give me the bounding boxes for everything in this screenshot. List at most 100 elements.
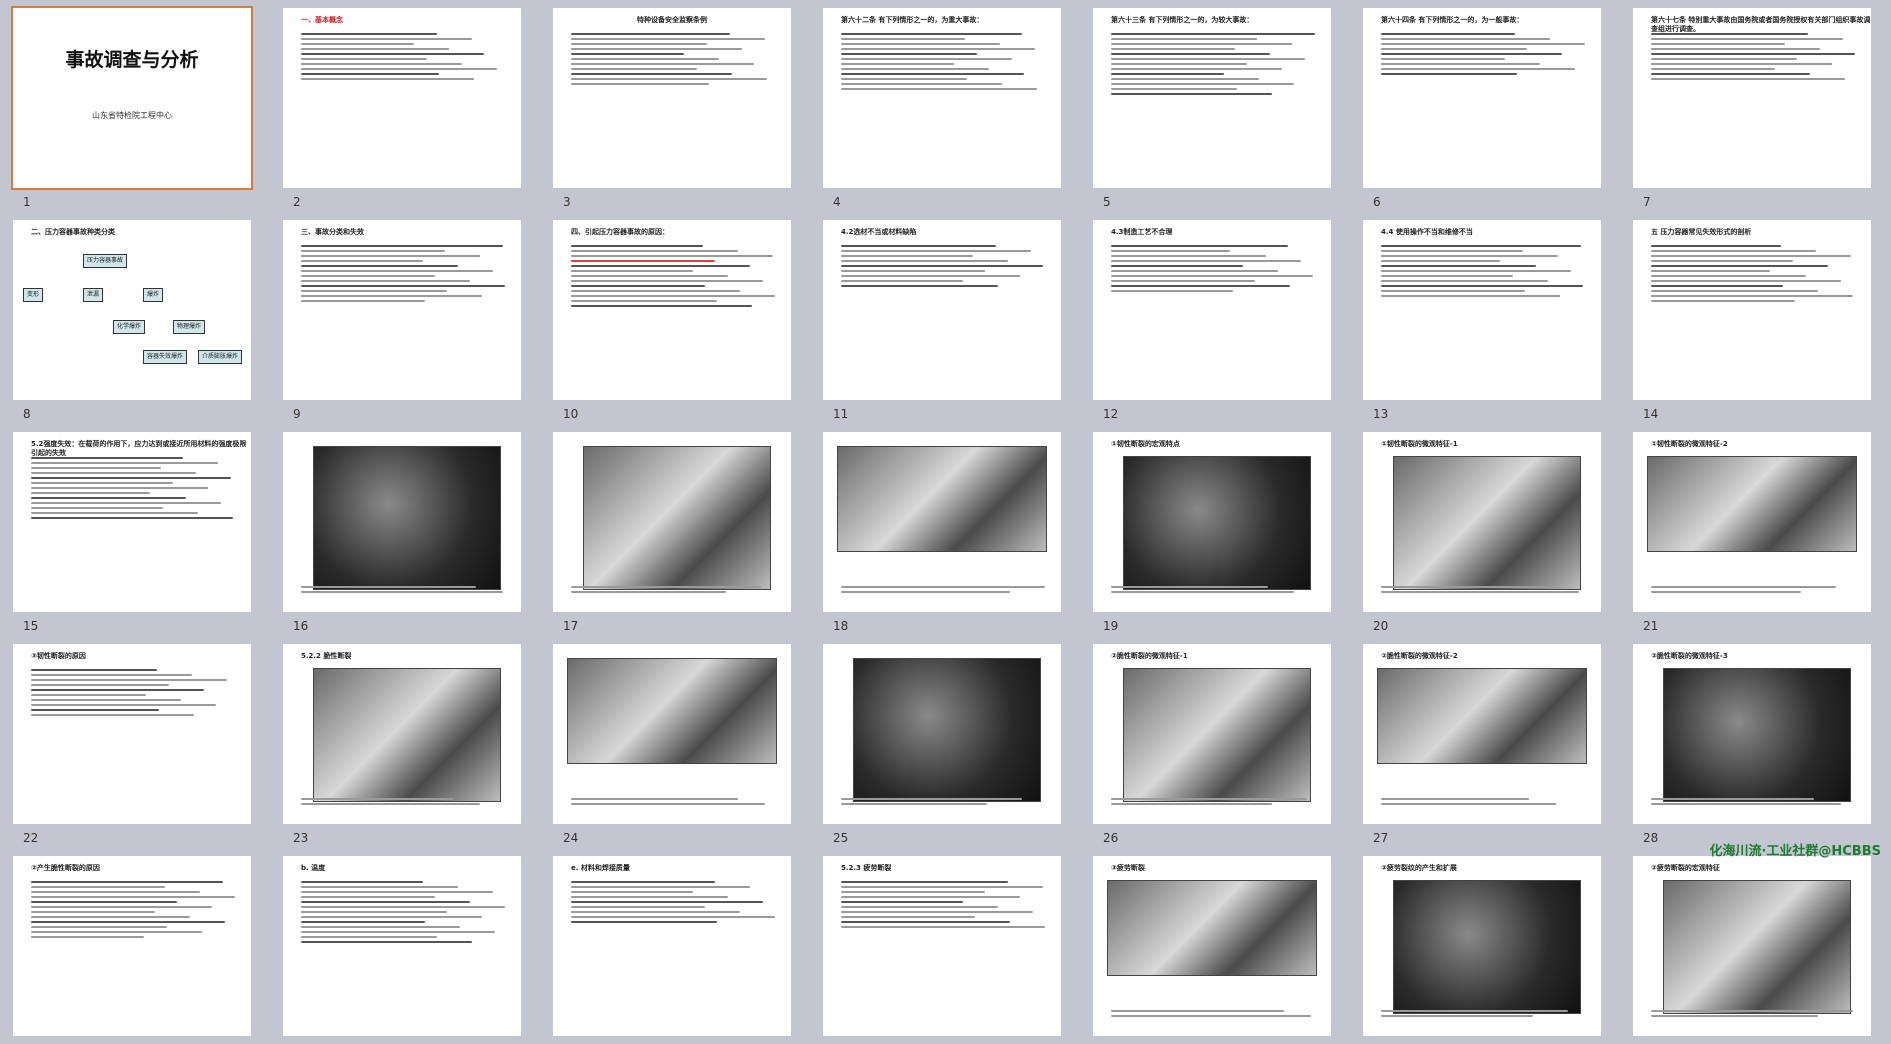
slide-thumbnail-cell[interactable]: ②产生脆性断裂的原因 xyxy=(13,856,251,1044)
slide-thumbnail[interactable]: 4.4 使用操作不当和维修不当 xyxy=(1363,220,1601,400)
slide-thumbnail[interactable]: ②脆性断裂的微观特征-3 xyxy=(1633,644,1871,824)
slide-thumbnail[interactable]: 特种设备安全监察条例 xyxy=(553,8,791,188)
slide-thumbnail[interactable]: ②疲劳断裂的宏观特征 xyxy=(1633,856,1871,1036)
slide-thumbnail-cell[interactable]: ③疲劳断裂 xyxy=(1093,856,1331,1044)
slide-number: 19 xyxy=(1103,619,1119,633)
slide-thumbnail[interactable]: 四、引起压力容器事故的原因： xyxy=(553,220,791,400)
slide-thumbnail[interactable]: ③疲劳断裂 xyxy=(1093,856,1331,1036)
slide-thumbnail[interactable]: ①韧性断裂的宏观特点 xyxy=(1093,432,1331,612)
slide-body-text xyxy=(31,454,237,522)
slide-thumbnail[interactable]: 三、事故分类和失效 xyxy=(283,220,521,400)
slide-thumbnail-cell[interactable]: 5.2.3 疲劳断裂 xyxy=(823,856,1061,1044)
slide-body-text xyxy=(841,878,1047,931)
photo-caption-lines xyxy=(1111,795,1317,808)
photo-caption-lines xyxy=(301,583,507,596)
slide-thumbnail-cell[interactable]: ②疲劳断裂的宏观特征 xyxy=(1633,856,1871,1044)
slide-body-text xyxy=(1381,242,1587,300)
slide-number: 20 xyxy=(1373,619,1389,633)
slide-thumbnail[interactable]: 5.2强度失效：在载荷的作用下，应力达到或接近所用材料的强度极限引起的失效 xyxy=(13,432,251,612)
slide-thumbnail[interactable]: 第六十七条 特别重大事故由国务院或者国务院授权有关部门组织事故调查组进行调查。 xyxy=(1633,8,1871,188)
photo-caption-lines xyxy=(1111,583,1317,596)
slide-thumbnail[interactable]: b. 温度 xyxy=(283,856,521,1036)
slide-body-text xyxy=(301,30,507,83)
slide-thumbnail-cell[interactable]: 四、引起压力容器事故的原因： 10 xyxy=(553,220,791,421)
slide-thumbnail[interactable]: 5.2.2 脆性断裂 xyxy=(283,644,521,824)
slide-number: 6 xyxy=(1373,195,1381,209)
slide-thumbnail[interactable]: ②脆性断裂的微观特征-1 xyxy=(1093,644,1331,824)
slide-thumbnail[interactable]: 一、基本概念 xyxy=(283,8,521,188)
slide-number: 4 xyxy=(833,195,841,209)
slide-thumbnail[interactable]: e. 材料和焊接质量 xyxy=(553,856,791,1036)
slide-sorter-grid: 事故调查与分析 山东省特检院工程中心 1 一、基本概念 2 特种设备安全监察条例 3 第六十二… xyxy=(0,0,1871,1044)
slide-thumbnail-cell[interactable]: 事故调查与分析 山东省特检院工程中心 1 xyxy=(11,6,253,209)
slide-body-text xyxy=(301,878,507,946)
slide-thumbnail[interactable]: 4.3制造工艺不合理 xyxy=(1093,220,1331,400)
slide-photo xyxy=(313,668,501,802)
slide-thumbnail[interactable]: 第六十三条 有下列情形之一的，为较大事故： xyxy=(1093,8,1331,188)
slide-thumbnail[interactable]: 5.2.3 疲劳断裂 xyxy=(823,856,1061,1036)
slide-body-text xyxy=(571,878,777,926)
slide-thumbnail[interactable] xyxy=(553,432,791,612)
photo-caption-lines xyxy=(841,795,1047,808)
slide-thumbnail-cell[interactable]: 5.2强度失效：在载荷的作用下，应力达到或接近所用材料的强度极限引起的失效 15 xyxy=(13,432,251,633)
slide-heading: 5.2.2 脆性断裂 xyxy=(301,652,352,660)
slide-thumbnail-cell[interactable]: ②脆性断裂的微观特征-1 26 xyxy=(1093,644,1331,845)
slide-thumbnail[interactable]: ③韧性断裂的原因 xyxy=(13,644,251,824)
slide-number: 24 xyxy=(563,831,579,845)
slide-thumbnail-cell[interactable]: 25 xyxy=(823,644,1061,845)
slide-thumbnail-cell[interactable]: 二、压力容器事故种类分类 压力容器事故 变形 泄漏 爆炸 化学爆炸 物理爆炸 容器失效爆炸 介质… xyxy=(13,220,251,421)
slide-thumbnail[interactable] xyxy=(823,432,1061,612)
slide-thumbnail-cell[interactable]: 一、基本概念 2 xyxy=(283,8,521,209)
slide-heading: 第六十四条 有下列情形之一的，为一般事故： xyxy=(1381,16,1524,24)
slide-thumbnail-cell[interactable]: ③韧性断裂的原因 22 xyxy=(13,644,251,845)
slide-thumbnail-cell[interactable]: 第六十四条 有下列情形之一的，为一般事故： 6 xyxy=(1363,8,1601,209)
slide-photo xyxy=(1123,668,1311,802)
slide-body-text xyxy=(1111,242,1317,295)
slide-thumbnail[interactable]: 4.2选材不当或材料缺陷 xyxy=(823,220,1061,400)
slide-thumbnail-cell[interactable]: ②脆性断裂的微观特征-3 28 xyxy=(1633,644,1871,845)
slide-thumbnail[interactable]: 事故调查与分析 山东省特检院工程中心 xyxy=(11,6,253,190)
slide-thumbnail[interactable]: ①韧性断裂的微观特征-1 xyxy=(1363,432,1601,612)
slide-thumbnail-cell[interactable]: 24 xyxy=(553,644,791,845)
slide-thumbnail-cell[interactable]: ①韧性断裂的宏观特点 19 xyxy=(1093,432,1331,633)
slide-thumbnail-cell[interactable]: b. 温度 xyxy=(283,856,521,1044)
slide-thumbnail[interactable]: 第六十二条 有下列情形之一的，为重大事故： xyxy=(823,8,1061,188)
slide-thumbnail-cell[interactable]: 18 xyxy=(823,432,1061,633)
slide-heading: 一、基本概念 xyxy=(301,16,343,24)
slide-thumbnail-cell[interactable]: 17 xyxy=(553,432,791,633)
tree-node: 泄漏 xyxy=(83,288,104,302)
slide-thumbnail[interactable] xyxy=(283,432,521,612)
slide-thumbnail-cell[interactable]: 5.2.2 脆性断裂 23 xyxy=(283,644,521,845)
slide-heading: b. 温度 xyxy=(301,864,326,872)
slide-thumbnail[interactable]: ①韧性断裂的微观特征-2 xyxy=(1633,432,1871,612)
slide-photo xyxy=(1393,456,1581,590)
photo-caption-lines xyxy=(1111,1007,1317,1020)
slide-thumbnail[interactable]: ②脆性断裂的微观特征-2 xyxy=(1363,644,1601,824)
slide-thumbnail-cell[interactable]: 第六十二条 有下列情形之一的，为重大事故： 4 xyxy=(823,8,1061,209)
slide-thumbnail-cell[interactable]: ②疲劳裂纹的产生和扩展 xyxy=(1363,856,1601,1044)
slide-thumbnail-cell[interactable]: 4.3制造工艺不合理 12 xyxy=(1093,220,1331,421)
slide-thumbnail-cell[interactable]: 五 压力容器常见失效形式的剖析 14 xyxy=(1633,220,1871,421)
slide-thumbnail-cell[interactable]: 4.4 使用操作不当和维修不当 13 xyxy=(1363,220,1601,421)
slide-thumbnail-cell[interactable]: 4.2选材不当或材料缺陷 11 xyxy=(823,220,1061,421)
slide-thumbnail[interactable]: 五 压力容器常见失效形式的剖析 xyxy=(1633,220,1871,400)
slide-thumbnail[interactable]: 二、压力容器事故种类分类 压力容器事故 变形 泄漏 爆炸 化学爆炸 物理爆炸 容器失效爆炸 介质… xyxy=(13,220,251,400)
slide-photo xyxy=(313,446,501,590)
slide-thumbnail[interactable] xyxy=(823,644,1061,824)
slide-thumbnail[interactable]: 第六十四条 有下列情形之一的，为一般事故： xyxy=(1363,8,1601,188)
slide-thumbnail[interactable] xyxy=(553,644,791,824)
slide-thumbnail[interactable]: ②疲劳裂纹的产生和扩展 xyxy=(1363,856,1601,1036)
slide-thumbnail-cell[interactable]: 第六十七条 特别重大事故由国务院或者国务院授权有关部门组织事故调查组进行调查。 7 xyxy=(1633,8,1871,209)
slide-thumbnail-cell[interactable]: 三、事故分类和失效 9 xyxy=(283,220,521,421)
slide-thumbnail-cell[interactable]: ①韧性断裂的微观特征-1 20 xyxy=(1363,432,1601,633)
slide-photo xyxy=(1123,456,1311,590)
slide-number: 5 xyxy=(1103,195,1111,209)
slide-thumbnail-cell[interactable]: ②脆性断裂的微观特征-2 27 xyxy=(1363,644,1601,845)
slide-thumbnail-cell[interactable]: 特种设备安全监察条例 3 xyxy=(553,8,791,209)
slide-thumbnail[interactable]: ②产生脆性断裂的原因 xyxy=(13,856,251,1036)
slide-thumbnail-cell[interactable]: 16 xyxy=(283,432,521,633)
slide-thumbnail-cell[interactable]: ①韧性断裂的微观特征-2 21 xyxy=(1633,432,1871,633)
slide-thumbnail-cell[interactable]: 第六十三条 有下列情形之一的，为较大事故： 5 xyxy=(1093,8,1331,209)
photo-caption-lines xyxy=(1381,795,1587,808)
slide-thumbnail-cell[interactable]: e. 材料和焊接质量 xyxy=(553,856,791,1044)
